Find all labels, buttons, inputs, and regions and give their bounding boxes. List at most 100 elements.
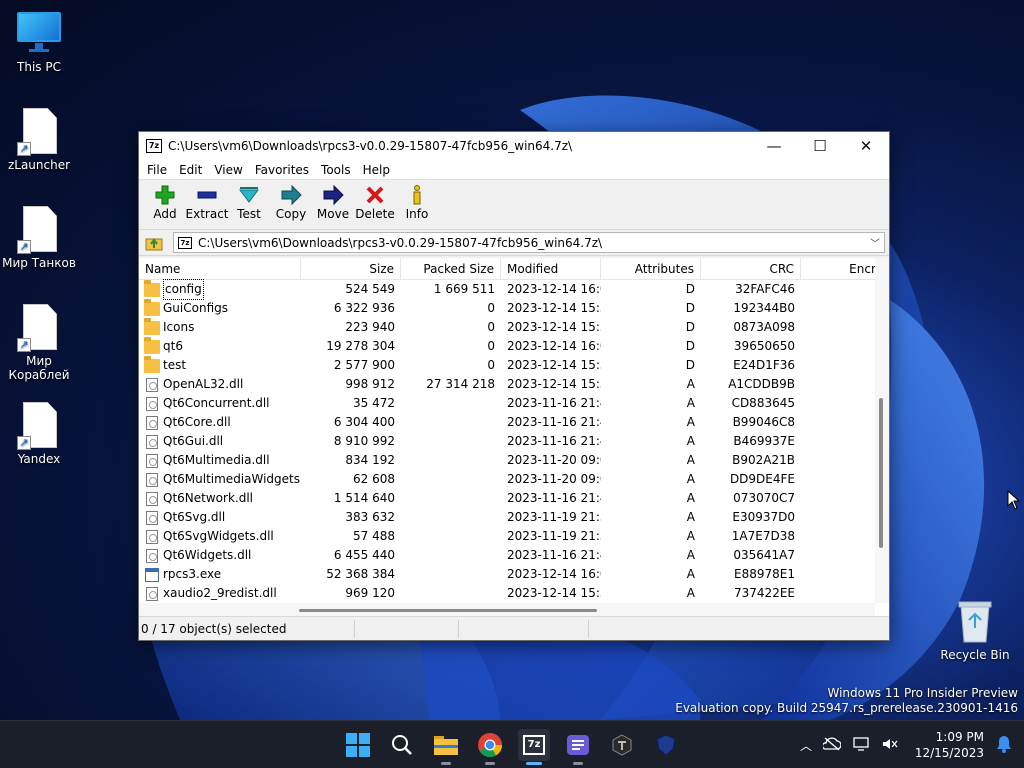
file-name: GuiConfigs bbox=[163, 301, 228, 315]
file-row[interactable]: Qt6Widgets.dll 6 455 440 2023-11-16 21:42 A… bbox=[139, 546, 889, 565]
menu-favorites[interactable]: Favorites bbox=[249, 163, 315, 177]
start-button[interactable] bbox=[342, 729, 374, 761]
menu-edit[interactable]: Edit bbox=[173, 163, 208, 177]
add-button[interactable]: Add bbox=[144, 184, 186, 221]
clock-time: 1:09 PM bbox=[935, 730, 984, 744]
file-row[interactable]: xaudio2_9redist.dll 969 120 2023-12-14 15:… bbox=[139, 584, 889, 603]
horizontal-scrollbar[interactable] bbox=[139, 603, 875, 617]
taskbar-clock[interactable]: 1:09 PM 12/15/2023 bbox=[915, 729, 984, 761]
menu-view[interactable]: View bbox=[208, 163, 248, 177]
file-row[interactable]: GuiConfigs 6 322 936 0 2023-12-14 15:32 D 192… bbox=[139, 299, 889, 318]
window-titlebar[interactable]: 7z C:\Users\vm6\Downloads\rpcs3-v0.0.29-… bbox=[139, 132, 889, 160]
file-row[interactable]: Qt6Svg.dll 383 632 2023-11-19 21:35 A E30937… bbox=[139, 508, 889, 527]
watermark-edition: Windows 11 Pro Insider Preview bbox=[827, 686, 1018, 700]
7zip-taskbar-button[interactable]: 7z bbox=[518, 729, 550, 765]
volume-muted-icon[interactable] bbox=[876, 737, 904, 754]
notes-icon bbox=[567, 735, 589, 755]
file-name: test bbox=[163, 358, 187, 372]
file-crc: E88978E1 bbox=[734, 567, 795, 581]
maximize-button[interactable]: ☐ bbox=[797, 132, 843, 160]
display-icon[interactable] bbox=[848, 736, 876, 754]
file-row[interactable]: Qt6Core.dll 6 304 400 2023-11-16 21:41 A B99… bbox=[139, 413, 889, 432]
extract-button[interactable]: Extract bbox=[186, 184, 229, 221]
column-header-name[interactable]: Name bbox=[139, 258, 301, 280]
file-row[interactable]: Qt6Gui.dll 8 910 992 2023-11-16 21:41 A B469… bbox=[139, 432, 889, 451]
file-modified: 2023-11-19 21:35 bbox=[507, 510, 601, 524]
folder-up-button[interactable] bbox=[143, 233, 165, 253]
menu-file[interactable]: File bbox=[141, 163, 173, 177]
game-launcher-button[interactable] bbox=[606, 729, 638, 761]
file-name-cell: Qt6Concurrent.dll bbox=[139, 394, 301, 413]
info-button[interactable]: Info bbox=[396, 184, 438, 221]
file-rows: config 524 549 1 669 511 2023-12-14 16:07 D 3… bbox=[139, 279, 889, 603]
column-header-packed-size[interactable]: Packed Size bbox=[401, 258, 501, 280]
network-off-icon[interactable] bbox=[816, 737, 848, 754]
menu-help[interactable]: Help bbox=[357, 163, 396, 177]
file-attributes: A bbox=[686, 510, 695, 524]
copy-button[interactable]: Copy bbox=[270, 184, 312, 221]
chrome-button[interactable] bbox=[474, 729, 506, 765]
search-button[interactable] bbox=[386, 729, 418, 761]
file-row[interactable]: test 2 577 900 0 2023-12-14 15:32 D E24D1F36 bbox=[139, 356, 889, 375]
file-row[interactable]: Qt6Multimedia.dll 834 192 2023-11-20 09:00… bbox=[139, 451, 889, 470]
column-header-crc[interactable]: CRC bbox=[701, 258, 801, 280]
file-row[interactable]: Qt6Concurrent.dll 35 472 2023-11-16 21:41 A… bbox=[139, 394, 889, 413]
desktop-icon-mir-korabley[interactable]: ↗ Мир Кораблей bbox=[1, 304, 77, 382]
column-header-modified[interactable]: Modified bbox=[501, 258, 601, 280]
desktop-icon-recycle-bin[interactable]: Recycle Bin bbox=[937, 598, 1013, 662]
file-crc: 192344B0 bbox=[733, 301, 795, 315]
copy-icon bbox=[278, 184, 304, 206]
dll-file-icon bbox=[146, 529, 158, 544]
desktop-icon-this-pc[interactable]: This PC bbox=[1, 10, 77, 74]
column-header-size[interactable]: Size bbox=[301, 258, 401, 280]
chevron-down-icon[interactable]: ﹀ bbox=[870, 235, 880, 250]
desktop-icon-yandex[interactable]: ↗ Yandex bbox=[1, 402, 77, 466]
close-button[interactable]: ✕ bbox=[843, 132, 889, 160]
desktop-icon-zlauncher[interactable]: ↗ zLauncher bbox=[1, 108, 77, 172]
file-size: 524 549 bbox=[345, 282, 395, 296]
file-row[interactable]: config 524 549 1 669 511 2023-12-14 16:07 D 3… bbox=[139, 279, 889, 300]
file-attributes: A bbox=[686, 567, 695, 581]
vertical-scrollbar[interactable] bbox=[875, 258, 889, 603]
minimize-button[interactable]: — bbox=[751, 132, 797, 160]
file-name: Qt6Widgets.dll bbox=[163, 548, 252, 562]
file-attributes: A bbox=[686, 415, 695, 429]
file-row[interactable]: Qt6Network.dll 1 514 640 2023-11-16 21:41 A… bbox=[139, 489, 889, 508]
file-row[interactable]: qt6 19 278 304 0 2023-12-14 16:07 D 39650650 bbox=[139, 337, 889, 356]
shield-icon bbox=[656, 734, 676, 756]
delete-button[interactable]: Delete bbox=[354, 184, 396, 221]
file-row[interactable]: Qt6MultimediaWidgets.... 62 608 2023-11-20… bbox=[139, 470, 889, 489]
status-segment bbox=[355, 619, 459, 638]
horizontal-scrollbar-thumb[interactable] bbox=[299, 609, 597, 612]
chevron-up-icon[interactable]: ︿ bbox=[796, 737, 816, 754]
file-crc: DD9DE4FE bbox=[729, 472, 795, 486]
notes-app-button[interactable] bbox=[562, 729, 594, 765]
file-modified: 2023-11-16 21:41 bbox=[507, 434, 601, 448]
clock-date: 12/15/2023 bbox=[914, 746, 984, 760]
notification-bell-icon[interactable] bbox=[996, 735, 1012, 756]
file-name-cell: Qt6MultimediaWidgets.... bbox=[139, 470, 301, 489]
7zip-file-manager-window[interactable]: 7z C:\Users\vm6\Downloads\rpcs3-v0.0.29-… bbox=[138, 131, 890, 641]
address-path-input[interactable]: 7z C:\Users\vm6\Downloads\rpcs3-v0.0.29-… bbox=[173, 232, 885, 253]
file-crc: 737422EE bbox=[734, 586, 795, 600]
column-header-attributes[interactable]: Attributes bbox=[601, 258, 701, 280]
file-row[interactable]: rpcs3.exe 52 368 384 2023-12-14 16:07 A E889… bbox=[139, 565, 889, 584]
file-crc: CD883645 bbox=[731, 396, 795, 410]
test-button[interactable]: Test bbox=[228, 184, 270, 221]
search-icon bbox=[392, 735, 412, 755]
vertical-scrollbar-thumb[interactable] bbox=[879, 398, 883, 548]
desktop-icon-mir-tankov[interactable]: ↗ Мир Танков bbox=[1, 206, 77, 270]
menu-tools[interactable]: Tools bbox=[315, 163, 357, 177]
file-row[interactable]: Qt6SvgWidgets.dll 57 488 2023-11-19 21:35 A… bbox=[139, 527, 889, 546]
file-explorer-button[interactable] bbox=[430, 729, 462, 765]
shield-app-button[interactable] bbox=[650, 729, 682, 761]
file-crc: B469937E bbox=[733, 434, 795, 448]
file-row[interactable]: Icons 223 940 0 2023-12-14 15:32 D 0873A098 bbox=[139, 318, 889, 337]
file-name-cell: Qt6Network.dll bbox=[139, 489, 301, 508]
desktop-icon-label: Yandex bbox=[17, 452, 61, 466]
file-list[interactable]: Name Size Packed Size Modified Attribute… bbox=[139, 258, 889, 617]
file-row[interactable]: OpenAL32.dll 998 912 27 314 218 2023-12-14 … bbox=[139, 375, 889, 394]
desktop-icon-label: Мир Кораблей bbox=[8, 354, 70, 382]
move-button[interactable]: Move bbox=[312, 184, 354, 221]
watermark-build: Evaluation copy. Build 25947.rs_prerelea… bbox=[675, 701, 1018, 715]
